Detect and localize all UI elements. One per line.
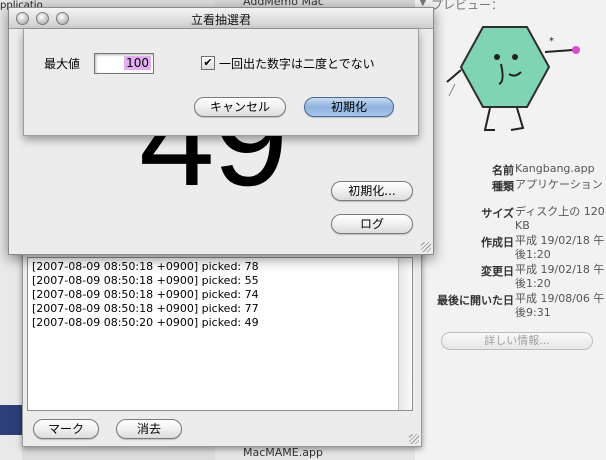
log-line: [2007-08-09 08:50:18 +0900] picked: 74: [32, 288, 259, 301]
main-window: 立看抽選君 49 初期化... ログ 最大値 100 ✔ 一回出た数字は二度とで…: [8, 7, 434, 255]
resize-grip-icon[interactable]: [421, 242, 431, 252]
log-line: [2007-08-09 08:50:18 +0900] picked: 78: [32, 260, 259, 273]
background-window-dark-strip: [0, 405, 22, 435]
window-title: 立看抽選君: [190, 13, 251, 27]
vertical-scrollbar[interactable]: [398, 258, 412, 410]
finder-info-panel: ▼ プレビュー： * 名前 Kangbang.app 種類 アプリケーション サ…: [415, 0, 606, 460]
log-button[interactable]: ログ: [331, 214, 413, 234]
initialize-button[interactable]: 初期化: [304, 97, 394, 117]
mark-button[interactable]: マーク: [33, 419, 99, 439]
clear-button[interactable]: 消去: [116, 419, 182, 439]
initialize-dialog-button[interactable]: 初期化...: [331, 181, 413, 201]
no-repeat-label: 一回出た数字は二度とでない: [219, 57, 375, 71]
cancel-button[interactable]: キャンセル: [194, 97, 286, 117]
no-repeat-checkbox[interactable]: ✔: [201, 56, 215, 70]
max-value-input[interactable]: 100: [94, 53, 154, 74]
log-line: [2007-08-09 08:50:18 +0900] picked: 77: [32, 302, 259, 315]
log-line: [2007-08-09 08:50:18 +0900] picked: 55: [32, 274, 259, 287]
more-info-button[interactable]: 詳しい情報...: [441, 332, 593, 350]
log-list: [2007-08-09 08:50:18 +0900] picked: 78 […: [28, 258, 412, 330]
max-value-label: 最大値: [44, 57, 81, 71]
background-file-name: MacMAME.app: [243, 446, 323, 459]
log-window: [2007-08-09 08:50:18 +0900] picked: 78 […: [22, 240, 422, 447]
svg-text:*: *: [549, 36, 554, 47]
title-bar[interactable]: 立看抽選君: [9, 8, 433, 29]
log-line: [2007-08-09 08:50:20 +0900] picked: 49: [32, 316, 259, 329]
log-text-area[interactable]: [2007-08-09 08:50:18 +0900] picked: 78 […: [27, 257, 413, 411]
app-hexagon-mascot-icon: *: [446, 26, 580, 131]
background-file-item-bottom[interactable]: MacMAME.app: [215, 445, 415, 460]
resize-grip-icon[interactable]: [409, 434, 419, 444]
initialize-sheet: 最大値 100 ✔ 一回出た数字は二度とでない キャンセル 初期化: [23, 29, 419, 136]
